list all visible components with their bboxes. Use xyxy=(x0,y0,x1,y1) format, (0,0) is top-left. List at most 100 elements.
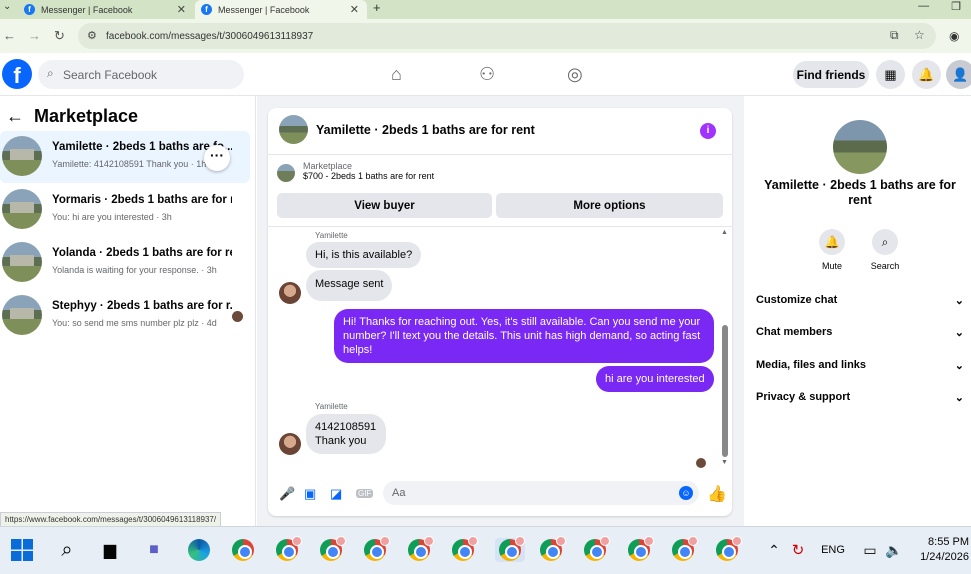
facebook-logo[interactable]: f xyxy=(2,59,32,89)
sticker-icon[interactable]: ◪ xyxy=(330,486,342,502)
back-arrow-icon[interactable]: ← xyxy=(6,106,24,127)
section-chat-members[interactable]: Chat members ⌄ xyxy=(756,326,964,339)
facebook-search-input[interactable]: ⌕ Search Facebook xyxy=(38,60,244,89)
search-icon[interactable]: ⌕ xyxy=(55,538,79,562)
photo-icon[interactable]: ▣ xyxy=(304,486,316,502)
message-input[interactable]: Aa xyxy=(383,481,699,505)
groups-icon[interactable]: ◎ xyxy=(567,64,583,85)
message-placeholder: Aa xyxy=(392,487,406,499)
search-in-chat-button[interactable]: ⌕ Search xyxy=(865,229,905,271)
gif-icon[interactable]: GIF xyxy=(356,489,374,498)
divider xyxy=(268,226,732,227)
scroll-down-icon[interactable]: ▼ xyxy=(721,459,728,466)
chrome-profile-icon[interactable] xyxy=(671,536,698,562)
back-icon[interactable]: ← xyxy=(3,28,16,43)
search-icon: ⌕ xyxy=(872,229,898,255)
home-icon[interactable]: ⌂ xyxy=(391,64,402,85)
volume-icon[interactable]: 🔈 xyxy=(882,538,906,562)
mute-button[interactable]: 🔔 Mute xyxy=(812,229,852,271)
tray-sync-icon[interactable]: ↻ xyxy=(786,538,810,562)
chrome-profile-active-icon[interactable] xyxy=(495,536,525,562)
meet-chat-icon[interactable]: ■ xyxy=(142,538,166,562)
tab-messenger-1[interactable]: f Messenger | Facebook ✕ xyxy=(18,0,194,19)
chrome-profile-icon[interactable] xyxy=(319,536,346,562)
profile-icon[interactable]: ◉ xyxy=(949,29,959,43)
chrome-profile-icon[interactable] xyxy=(627,536,654,562)
url-field[interactable]: ⚙ facebook.com/messages/t/300604961311893… xyxy=(78,23,936,49)
restore-icon[interactable]: ❐ xyxy=(951,0,961,13)
section-label: Chat members xyxy=(756,326,833,338)
seen-avatar xyxy=(232,311,243,322)
conversation-title: Yolanda · 2beds 1 baths are for rent xyxy=(52,247,232,259)
conversation-snippet: You: hi are you interested · 3h xyxy=(52,212,172,222)
message-sender-name: Yamilette xyxy=(315,231,348,240)
site-settings-icon[interactable]: ⚙ xyxy=(87,29,97,42)
notifications-bell-icon[interactable]: 🔔 xyxy=(912,60,941,89)
chrome-profile-icon[interactable] xyxy=(275,536,302,562)
incoming-message: 4142108591 Thank you xyxy=(306,414,386,454)
bookmark-star-icon[interactable]: ☆ xyxy=(914,28,925,42)
conversation-item[interactable]: Yormaris · 2beds 1 baths are for rent You… xyxy=(0,184,250,236)
chrome-profile-icon[interactable] xyxy=(451,536,478,562)
tab-search-icon[interactable]: ⌄ xyxy=(3,1,11,12)
listing-avatar xyxy=(2,242,42,282)
menu-grid-icon[interactable]: ▦ xyxy=(876,60,905,89)
facebook-favicon-icon: f xyxy=(201,4,212,15)
section-customize-chat[interactable]: Customize chat ⌄ xyxy=(756,294,964,307)
microphone-icon[interactable]: 🎤 xyxy=(279,486,295,502)
mute-label: Mute xyxy=(821,261,842,271)
scroll-up-icon[interactable]: ▲ xyxy=(721,229,728,236)
view-buyer-button[interactable]: View buyer xyxy=(277,193,492,218)
more-options-button[interactable]: More options xyxy=(496,193,723,218)
listing-avatar xyxy=(279,115,308,144)
listing-avatar xyxy=(2,189,42,229)
minimize-icon[interactable]: — xyxy=(918,0,929,13)
incoming-message: Message sent xyxy=(306,270,393,301)
network-icon[interactable]: ▭ xyxy=(858,538,882,562)
like-thumb-icon[interactable]: 👍 xyxy=(707,484,727,504)
listing-summary[interactable]: Marketplace $700 - 2beds 1 baths are for … xyxy=(277,161,434,182)
chrome-icon[interactable] xyxy=(231,538,255,562)
chrome-profile-icon[interactable] xyxy=(715,536,742,562)
clock-date: 1/24/2026 xyxy=(920,551,969,563)
edge-icon[interactable] xyxy=(187,538,211,562)
chrome-profile-icon[interactable] xyxy=(583,536,610,562)
new-tab-button[interactable]: + xyxy=(373,0,381,15)
bell-icon: 🔔 xyxy=(819,229,845,255)
task-view-icon[interactable]: ▆ xyxy=(98,538,122,562)
chrome-profile-icon[interactable] xyxy=(363,536,390,562)
install-app-icon[interactable]: ⧉ xyxy=(890,28,899,43)
find-friends-button[interactable]: Find friends xyxy=(793,61,869,88)
listing-avatar-large xyxy=(833,120,887,174)
chrome-profile-icon[interactable] xyxy=(539,536,566,562)
conversation-item[interactable]: Yolanda · 2beds 1 baths are for rent Yola… xyxy=(0,237,250,289)
forward-icon[interactable]: → xyxy=(28,28,41,43)
close-icon[interactable]: ✕ xyxy=(350,3,359,16)
reload-icon[interactable]: ↻ xyxy=(54,28,65,44)
language-indicator[interactable]: ENG xyxy=(818,538,848,562)
chevron-down-icon: ⌄ xyxy=(954,327,964,339)
emoji-icon[interactable]: ☺ xyxy=(679,486,693,500)
facebook-favicon-icon: f xyxy=(24,4,35,15)
sender-avatar xyxy=(279,282,301,304)
chrome-profile-icon[interactable] xyxy=(407,536,434,562)
conversation-item[interactable]: Stephyy · 2beds 1 baths are for r... You:… xyxy=(0,290,250,342)
listing-description: $700 - 2beds 1 baths are for rent xyxy=(303,171,435,181)
section-privacy-support[interactable]: Privacy & support ⌄ xyxy=(756,391,964,404)
section-media-files[interactable]: Media, files and links ⌄ xyxy=(756,359,964,372)
chat-title: Yamilette · 2beds 1 baths are for rent xyxy=(316,122,535,137)
tray-chevron-up-icon[interactable]: ⌃ xyxy=(762,538,786,562)
more-options-icon[interactable]: ··· xyxy=(204,145,230,171)
system-clock[interactable]: 8:55 PM 1/24/2026 xyxy=(914,535,969,565)
close-icon[interactable]: ✕ xyxy=(177,3,186,16)
tab-messenger-2[interactable]: f Messenger | Facebook ✕ xyxy=(195,0,367,19)
chat-scrollbar[interactable] xyxy=(722,325,728,457)
status-url-tooltip: https://www.facebook.com/messages/t/3006… xyxy=(0,512,222,527)
account-avatar[interactable]: 👤 xyxy=(946,60,971,89)
chevron-down-icon: ⌄ xyxy=(954,295,964,307)
info-icon[interactable]: i xyxy=(700,123,716,139)
chevron-down-icon: ⌄ xyxy=(954,392,964,404)
friends-icon[interactable]: ⚇ xyxy=(479,64,495,85)
chat-header[interactable]: Yamilette · 2beds 1 baths are for rent xyxy=(279,115,535,144)
windows-start-icon[interactable] xyxy=(10,538,34,562)
